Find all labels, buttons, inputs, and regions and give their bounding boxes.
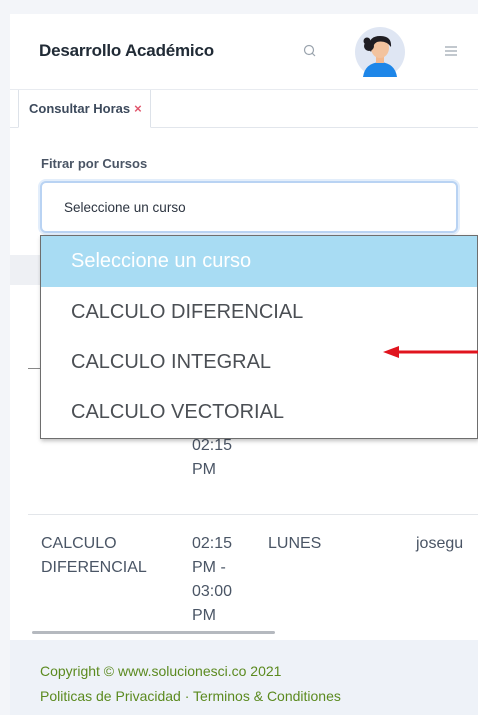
horizontal-scrollbar[interactable] bbox=[32, 631, 275, 634]
dropdown-option[interactable]: CALCULO VECTORIAL bbox=[41, 387, 477, 437]
footer: Copyright © www.solucionesci.co 2021 Pol… bbox=[10, 640, 478, 715]
table-cell-day: LUNES bbox=[268, 535, 322, 552]
top-header: Desarrollo Académico bbox=[10, 14, 478, 90]
dropdown-option[interactable]: CALCULO DIFERENCIAL bbox=[41, 287, 477, 337]
row-separator bbox=[28, 514, 478, 515]
hamburger-menu-icon[interactable] bbox=[443, 43, 459, 59]
course-dropdown-list: Seleccione un curso CALCULO DIFERENCIAL … bbox=[40, 235, 478, 439]
table-cell-time: 02:15 PM - 03:00 PM bbox=[192, 535, 233, 624]
app-title: Desarrollo Académico bbox=[39, 41, 214, 60]
avatar[interactable] bbox=[355, 27, 405, 77]
course-select[interactable]: Seleccione un curso bbox=[40, 181, 458, 233]
tab-consultar-horas[interactable]: Consultar Horas × bbox=[18, 90, 151, 128]
table-cell-user: josegu bbox=[416, 535, 464, 552]
table-cell-course: CALCULO DIFERENCIAL bbox=[41, 535, 147, 576]
filter-label: Fitrar por Cursos bbox=[41, 156, 148, 171]
copyright-text[interactable]: Copyright © www.solucionesci.co 2021 bbox=[40, 663, 281, 679]
policies-links[interactable]: Politicas de Privacidad · Terminos & Con… bbox=[40, 688, 341, 704]
course-select-value: Seleccione un curso bbox=[64, 199, 186, 215]
search-icon[interactable] bbox=[302, 43, 318, 59]
tab-label: Consultar Horas bbox=[29, 101, 131, 116]
close-tab-icon[interactable]: × bbox=[134, 101, 142, 116]
dropdown-option[interactable]: Seleccione un curso bbox=[41, 236, 477, 287]
table-cell-time-partial: 02:15 PM bbox=[192, 437, 233, 478]
red-arrow-annotation bbox=[383, 346, 478, 358]
tabs-bar: Consultar Horas × bbox=[10, 90, 478, 128]
